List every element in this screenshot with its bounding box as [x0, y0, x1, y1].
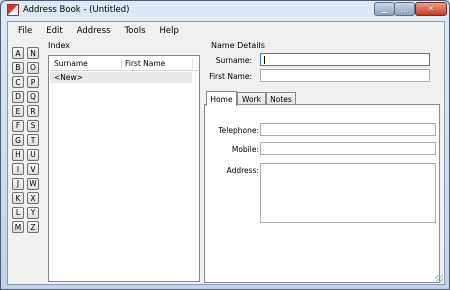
alphabet-button-p[interactable]: P: [27, 76, 39, 88]
alphabet-button-r[interactable]: R: [27, 105, 39, 117]
alphabet-button-g[interactable]: G: [12, 134, 24, 146]
telephone-input[interactable]: [260, 123, 436, 136]
alphabet-button-c[interactable]: C: [12, 76, 24, 88]
list-item-surname: <New>: [54, 73, 83, 82]
close-icon: ✕: [427, 4, 435, 13]
alphabet-button-x[interactable]: X: [27, 192, 39, 204]
alphabet-button-h[interactable]: H: [12, 148, 24, 161]
alphabet-button-u[interactable]: U: [27, 148, 39, 161]
home-tab-panel: Telephone: Mobile: Address:: [204, 104, 440, 283]
alphabet-button-m[interactable]: M: [12, 221, 24, 233]
surname-label: Surname:: [215, 56, 252, 65]
maximize-button[interactable]: ▢: [394, 2, 415, 16]
alphabet-button-q[interactable]: Q: [27, 90, 39, 103]
telephone-label: Telephone:: [218, 126, 259, 135]
column-separator[interactable]: [192, 58, 193, 69]
alphabet-button-l[interactable]: L: [12, 206, 24, 219]
address-label: Address:: [226, 166, 259, 175]
index-group-label: Index: [48, 41, 71, 50]
text-caret: [264, 56, 265, 64]
alphabet-button-z[interactable]: Z: [27, 221, 39, 233]
client-area: File Edit Address Tools Help ANBOCPDQERF…: [7, 21, 445, 285]
alphabet-button-f[interactable]: F: [12, 119, 24, 132]
alphabet-button-k[interactable]: K: [12, 192, 24, 204]
alphabet-button-w[interactable]: W: [27, 177, 39, 190]
menu-bar: File Edit Address Tools Help: [8, 22, 444, 39]
menu-file[interactable]: File: [18, 26, 32, 36]
alphabet-button-d[interactable]: D: [12, 90, 24, 103]
alphabet-button-t[interactable]: T: [27, 134, 39, 146]
alphabet-button-b[interactable]: B: [12, 61, 24, 74]
alphabet-button-j[interactable]: J: [12, 177, 24, 190]
address-textarea[interactable]: [260, 163, 436, 223]
column-header-first-name[interactable]: First Name: [125, 59, 165, 68]
alphabet-button-n[interactable]: N: [27, 47, 39, 59]
name-details-label: Name Details: [211, 41, 265, 50]
first-name-label: First Name:: [209, 72, 252, 81]
column-separator[interactable]: [121, 58, 122, 69]
surname-input[interactable]: [260, 53, 430, 66]
index-list[interactable]: Surname First Name <New>: [48, 55, 200, 282]
index-header: Surname First Name: [50, 57, 198, 71]
menu-address[interactable]: Address: [77, 26, 111, 36]
alphabet-button-y[interactable]: Y: [27, 206, 39, 219]
title-bar[interactable]: Address Book - (Untitled) ▁ ▢ ✕: [1, 1, 449, 20]
tab-home[interactable]: Home: [206, 91, 237, 106]
maximize-icon: ▢: [400, 4, 409, 13]
window-title: Address Book - (Untitled): [23, 5, 130, 15]
minimize-button[interactable]: ▁: [374, 2, 395, 16]
main-window: Address Book - (Untitled) ▁ ▢ ✕ File Edi…: [0, 0, 450, 290]
alphabet-button-v[interactable]: V: [27, 163, 39, 175]
first-name-input[interactable]: [260, 69, 430, 82]
resize-grip[interactable]: [435, 275, 443, 283]
alphabet-button-o[interactable]: O: [27, 61, 39, 74]
mobile-input[interactable]: [260, 142, 436, 155]
list-item[interactable]: <New>: [50, 72, 192, 83]
alphabet-button-a[interactable]: A: [12, 47, 24, 59]
menu-help[interactable]: Help: [160, 26, 179, 36]
menu-edit[interactable]: Edit: [46, 26, 62, 36]
alphabet-button-s[interactable]: S: [27, 119, 39, 132]
minimize-icon: ▁: [381, 4, 388, 13]
alphabet-button-e[interactable]: E: [12, 105, 24, 117]
close-button[interactable]: ✕: [415, 2, 447, 16]
mobile-label: Mobile:: [231, 145, 259, 154]
alphabet-button-i[interactable]: I: [12, 163, 24, 175]
menu-tools[interactable]: Tools: [125, 26, 146, 36]
column-header-surname[interactable]: Surname: [54, 59, 88, 68]
app-icon: [7, 4, 19, 16]
